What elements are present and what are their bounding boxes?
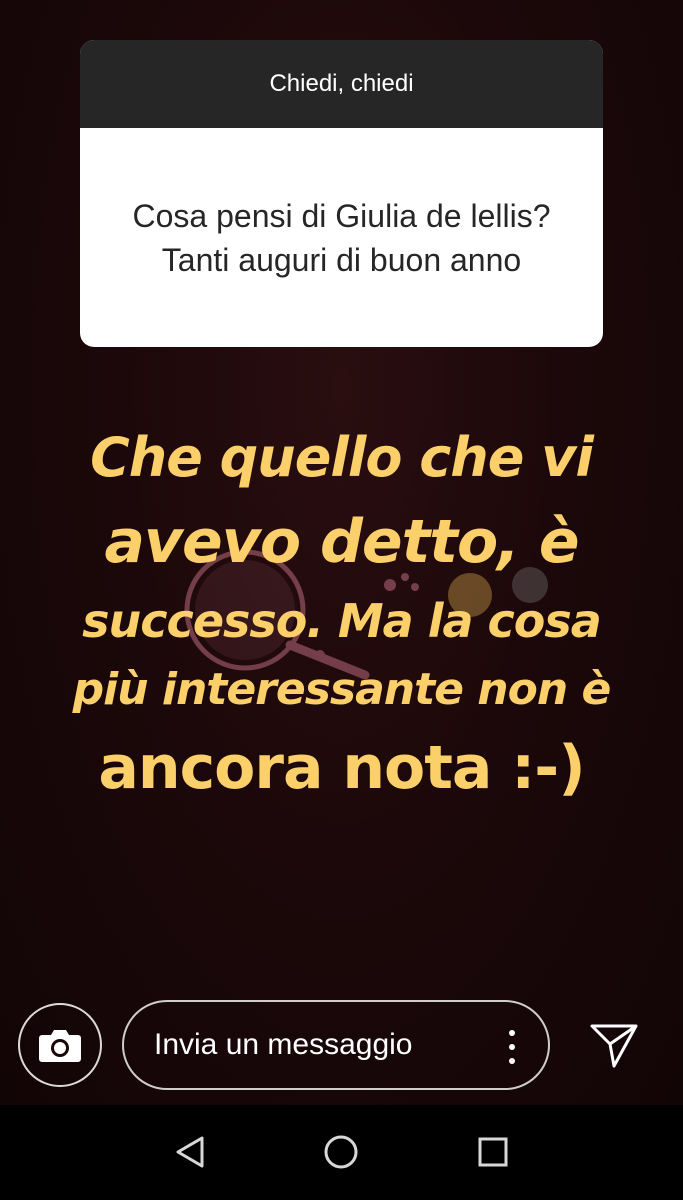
recents-square-icon bbox=[478, 1137, 508, 1167]
question-text: Cosa pensi di Giulia de lellis? Tanti au… bbox=[132, 197, 551, 278]
nav-back-button[interactable] bbox=[165, 1127, 215, 1177]
more-vertical-icon[interactable] bbox=[506, 1030, 518, 1064]
reply-bar: Invia un messaggio bbox=[0, 995, 683, 1095]
answer-line: più interessante non è bbox=[72, 664, 612, 715]
question-sticker: Chiedi, chiedi Cosa pensi di Giulia de l… bbox=[80, 40, 603, 347]
answer-line: avevo detto, è bbox=[104, 507, 579, 577]
home-circle-icon bbox=[324, 1135, 358, 1169]
message-placeholder: Invia un messaggio bbox=[154, 1028, 413, 1061]
question-sticker-header: Chiedi, chiedi bbox=[80, 40, 603, 128]
answer-line: ancora nota :-) bbox=[98, 733, 585, 803]
back-triangle-icon bbox=[176, 1136, 204, 1168]
answer-line: successo. Ma la cosa bbox=[82, 594, 602, 648]
camera-button[interactable] bbox=[18, 1003, 102, 1087]
message-input[interactable]: Invia un messaggio bbox=[122, 1000, 550, 1090]
android-nav-bar bbox=[0, 1105, 683, 1200]
camera-icon bbox=[39, 1030, 81, 1062]
nav-home-button[interactable] bbox=[316, 1127, 366, 1177]
story-view[interactable]: Chiedi, chiedi Cosa pensi di Giulia de l… bbox=[0, 0, 683, 1105]
send-icon[interactable] bbox=[588, 1020, 640, 1070]
answer-text: Che quello che vi avevo detto, è success… bbox=[20, 418, 663, 812]
nav-recents-button[interactable] bbox=[468, 1127, 518, 1177]
answer-line: Che quello che vi bbox=[90, 426, 594, 489]
